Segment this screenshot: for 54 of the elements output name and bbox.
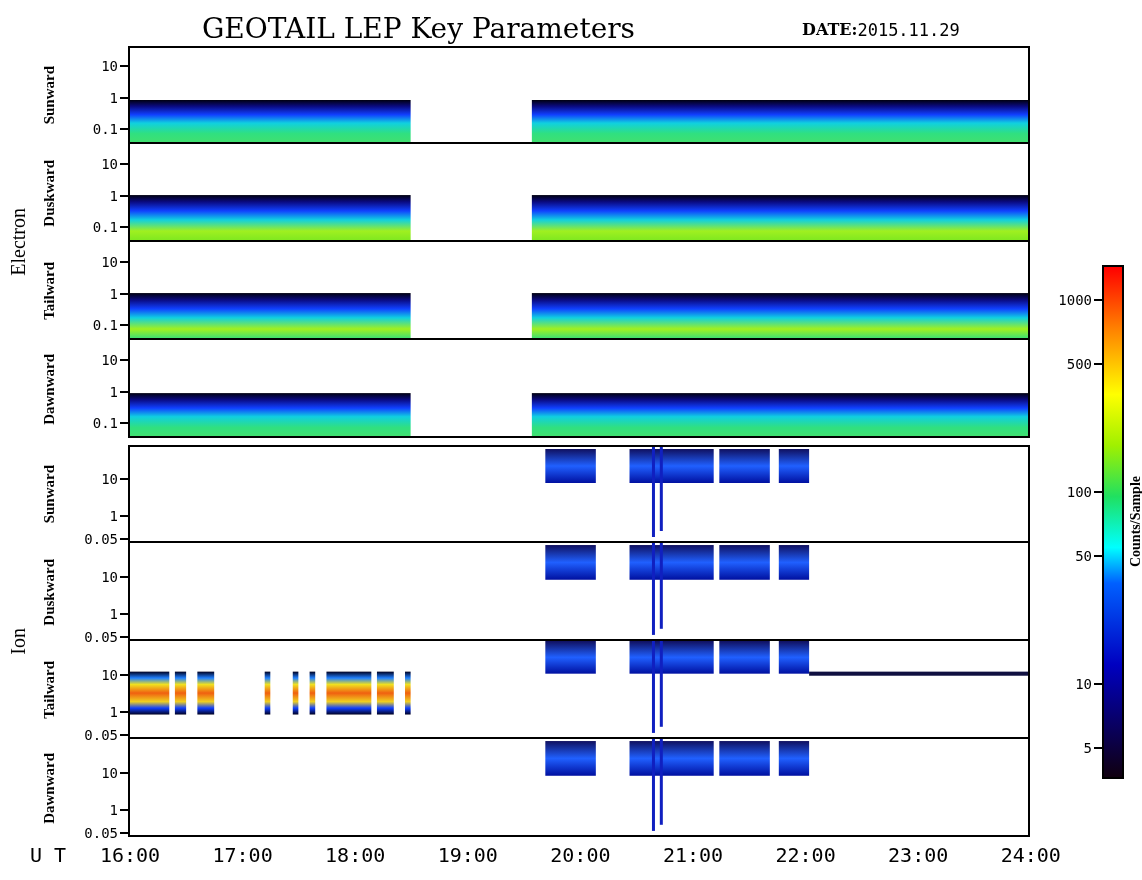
colorbar-tick-label: 500 (1066, 357, 1092, 371)
panel-label: Tailward (39, 661, 58, 719)
panel-label: Duskward (39, 159, 58, 227)
axis-tick-label: 1 (109, 189, 118, 203)
axis-tick-label: 0.05 (84, 826, 118, 840)
group-label: Electron (6, 208, 30, 276)
axis-tick-label: 10 (101, 255, 118, 269)
colorbar-tick-label: 100 (1066, 485, 1092, 499)
colorbar-title: Counts/Sample (1126, 476, 1142, 568)
colorbar-tick-label: 10 (1075, 677, 1092, 691)
axis-tick-label: 10 (101, 766, 118, 780)
axis-tick-label: 0.1 (92, 122, 118, 136)
time-tick-label: 20:00 (550, 845, 611, 865)
time-tick-label: 19:00 (437, 845, 498, 865)
axis-tick-label: 10 (101, 157, 118, 171)
axis-tick-label: 0.05 (84, 728, 118, 742)
time-tick-label: 23:00 (888, 845, 949, 865)
axis-tick-label: 1 (109, 287, 118, 301)
date-label: DATE: (802, 19, 858, 41)
axis-tick-label: 1 (109, 607, 118, 621)
panel-label: Sunward (39, 65, 58, 125)
axis-tick-label: 0.05 (84, 532, 118, 546)
axis-tick-label: 1 (109, 385, 118, 399)
panel-label: Duskward (39, 558, 58, 626)
time-tick-label: 21:00 (662, 845, 724, 865)
time-tick-label: 18:00 (325, 845, 386, 865)
time-tick-label: 22:00 (775, 845, 836, 865)
axis-tick-label: 10 (101, 668, 118, 682)
panel-label: Tailward (39, 262, 58, 320)
time-axis-label: U T (29, 842, 68, 869)
axis-tick-label: 0.05 (84, 630, 118, 644)
panel-label: Dawnward (39, 752, 58, 824)
axis-tick-label: 10 (101, 570, 118, 584)
axis-tick-label: 0.1 (92, 416, 118, 430)
axis-tick-label: 1 (109, 509, 118, 523)
axis-tick-label: 1 (109, 705, 118, 719)
time-tick-label: 17:00 (212, 845, 273, 865)
date-value: 2015.11.29 (857, 18, 960, 42)
time-tick-label: 16:00 (99, 845, 161, 865)
axis-tick-label: 10 (101, 353, 118, 367)
axis-tick-label: 1 (109, 803, 118, 817)
colorbar-tick-label: 5 (1083, 741, 1092, 755)
colorbar-tick-label: 50 (1075, 549, 1092, 563)
group-label: Ion (6, 627, 30, 655)
axis-tick-label: 10 (101, 59, 118, 73)
panel-label: Dawnward (39, 353, 58, 425)
axis-tick-label: 0.1 (92, 220, 118, 234)
axis-tick-label: 10 (101, 472, 118, 486)
time-tick-label: 24:00 (1000, 845, 1061, 865)
axis-tick-label: 1 (109, 91, 118, 105)
axis-tick-label: 0.1 (92, 318, 118, 332)
chart-title: GEOTAIL LEP Key Parameters (202, 15, 636, 46)
colorbar-tick-label: 1000 (1058, 293, 1092, 307)
panel-label: Sunward (39, 464, 58, 524)
